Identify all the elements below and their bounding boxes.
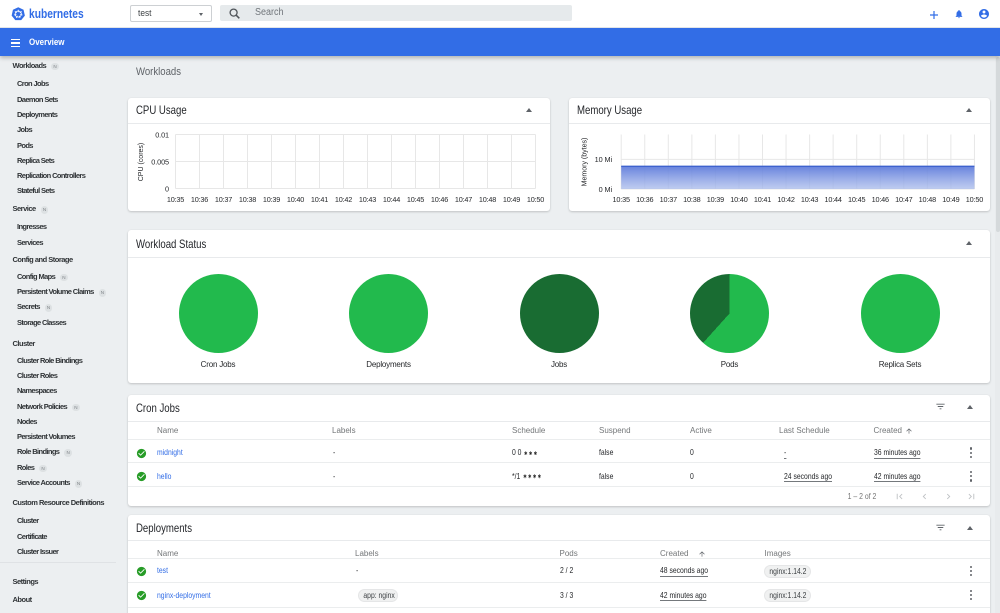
svg-text:Memory (bytes): Memory (bytes) [581, 138, 588, 187]
svg-text:10:47: 10:47 [895, 195, 912, 204]
svg-text:10:38: 10:38 [683, 195, 700, 204]
svg-text:10:47: 10:47 [455, 195, 472, 204]
svg-text:0 Mi: 0 Mi [598, 185, 612, 194]
svg-text:10:42: 10:42 [335, 195, 352, 204]
svg-text:10:46: 10:46 [431, 195, 448, 204]
svg-text:10:37: 10:37 [215, 195, 232, 204]
svg-text:10:49: 10:49 [942, 195, 959, 204]
svg-text:10 Mi: 10 Mi [594, 155, 612, 164]
svg-text:CPU (cores): CPU (cores) [138, 143, 145, 182]
svg-text:10:48: 10:48 [479, 195, 496, 204]
svg-text:10:44: 10:44 [824, 195, 841, 204]
svg-text:10:43: 10:43 [800, 195, 817, 204]
svg-text:10:45: 10:45 [848, 195, 865, 204]
svg-text:10:50: 10:50 [965, 195, 982, 204]
svg-text:0.005: 0.005 [151, 157, 169, 166]
svg-text:10:36: 10:36 [636, 195, 653, 204]
svg-text:0: 0 [165, 184, 169, 193]
svg-text:10:49: 10:49 [503, 195, 520, 204]
svg-text:10:50: 10:50 [527, 195, 544, 204]
svg-text:0.01: 0.01 [155, 130, 169, 139]
svg-text:10:44: 10:44 [383, 195, 400, 204]
svg-text:10:38: 10:38 [239, 195, 256, 204]
svg-text:10:36: 10:36 [191, 195, 208, 204]
svg-text:10:41: 10:41 [753, 195, 770, 204]
svg-text:10:40: 10:40 [730, 195, 747, 204]
svg-text:10:45: 10:45 [407, 195, 424, 204]
svg-text:10:39: 10:39 [706, 195, 723, 204]
svg-text:10:42: 10:42 [777, 195, 794, 204]
svg-text:10:43: 10:43 [359, 195, 376, 204]
svg-text:10:40: 10:40 [287, 195, 304, 204]
svg-text:10:35: 10:35 [167, 195, 184, 204]
svg-text:10:48: 10:48 [918, 195, 935, 204]
svg-text:10:41: 10:41 [311, 195, 328, 204]
svg-text:10:46: 10:46 [871, 195, 888, 204]
svg-text:10:37: 10:37 [659, 195, 676, 204]
svg-text:10:39: 10:39 [263, 195, 280, 204]
svg-text:10:35: 10:35 [612, 195, 629, 204]
